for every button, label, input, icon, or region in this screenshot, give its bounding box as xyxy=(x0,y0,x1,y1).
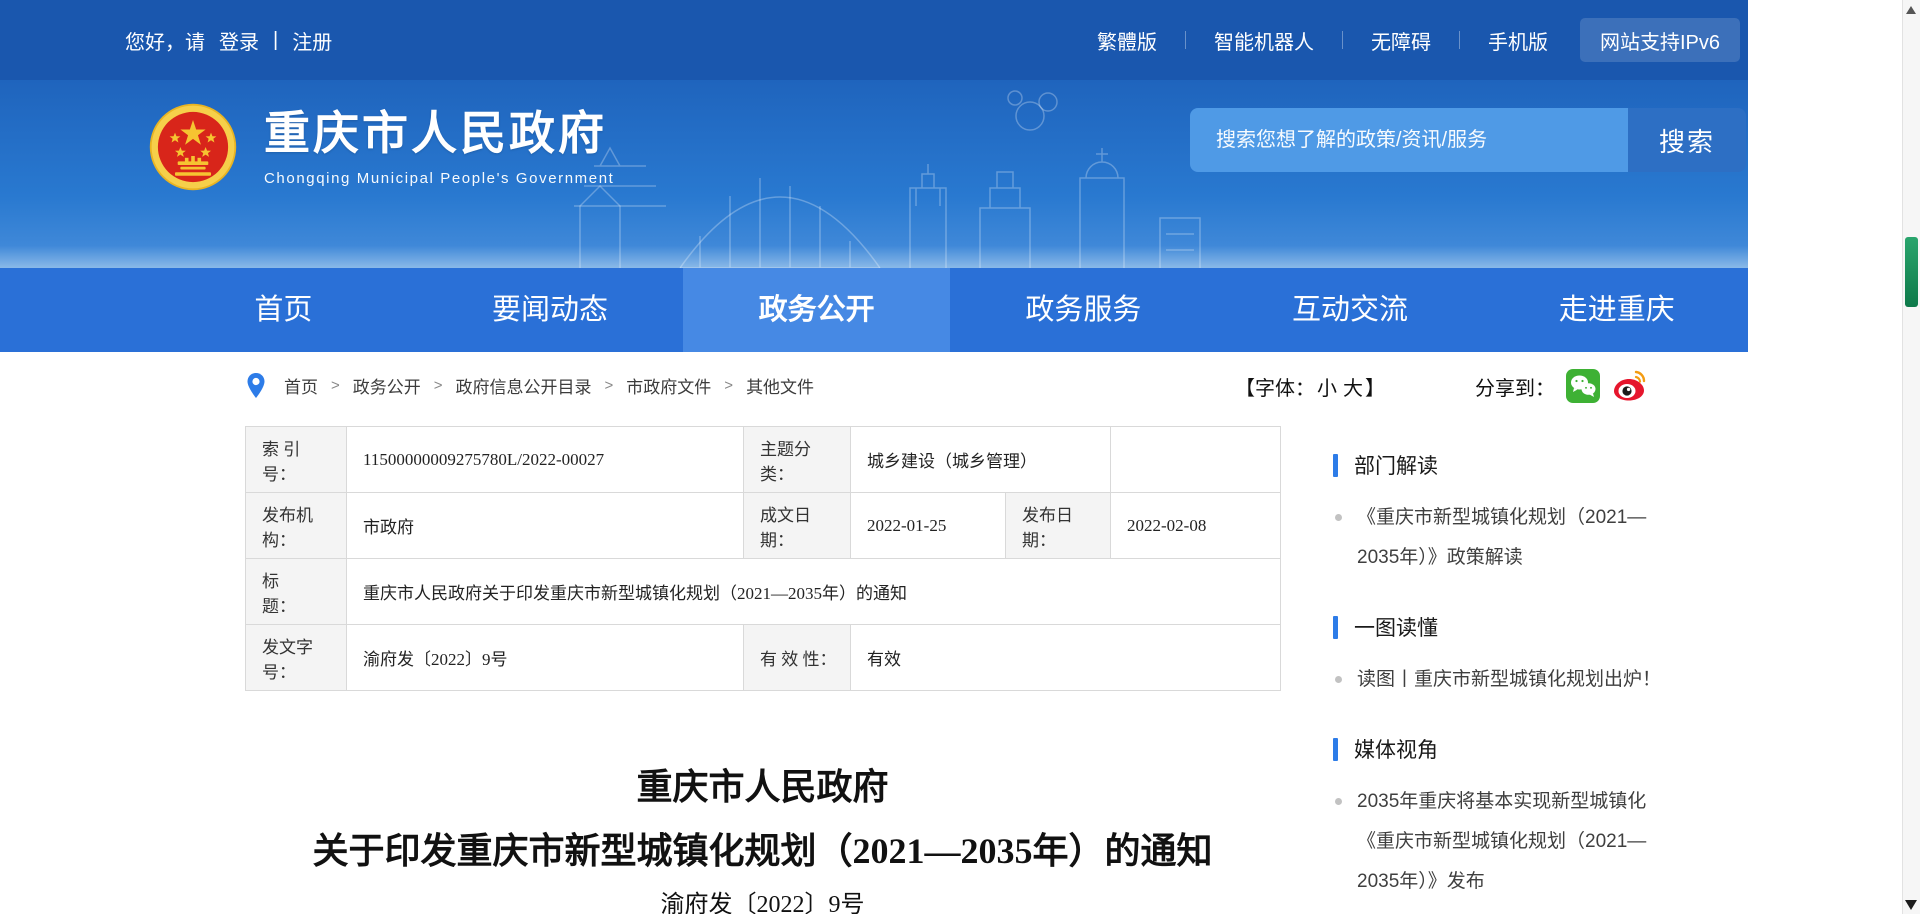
font-size-label-close: 】 xyxy=(1365,372,1385,401)
issuing-agency-label: 发布机构： xyxy=(246,493,347,559)
document-metadata-table: 索 引 号： 11500000009275780L/2022-00027 主题分… xyxy=(245,426,1281,691)
site-title-block: 重庆市人民政府 Chongqing Municipal People's Gov… xyxy=(264,102,614,187)
national-emblem-logo xyxy=(148,102,238,192)
mobile-version-link[interactable]: 手机版 xyxy=(1480,26,1556,55)
breadcrumb-separator: > xyxy=(605,377,614,394)
skyline-decoration xyxy=(560,56,1220,268)
table-row: 索 引 号： 11500000009275780L/2022-00027 主题分… xyxy=(246,427,1281,493)
document-number: 渝府发〔2022〕9号 xyxy=(245,884,1280,914)
doc-title-value: 重庆市人民政府关于印发重庆市新型城镇化规划（2021—2035年）的通知 xyxy=(347,559,1281,625)
location-pin-icon xyxy=(246,372,266,399)
font-share-toolbar: 【字体： 小 大 】 分享到： xyxy=(1235,368,1747,404)
date-published-value: 2022-02-08 xyxy=(1111,493,1281,559)
accessibility-link[interactable]: 无障碍 xyxy=(1363,26,1439,55)
breadcrumb-other-documents[interactable]: 其他文件 xyxy=(746,373,814,398)
smart-robot-link[interactable]: 智能机器人 xyxy=(1206,26,1322,55)
page: 您好，请 登录 | 注册 繁體版 智能机器人 无障碍 手机版 网站支持IPv6 xyxy=(0,0,1748,914)
search-bar: 搜索 xyxy=(1190,108,1746,172)
site-name-english: Chongqing Municipal People's Government xyxy=(264,170,614,187)
empty-cell xyxy=(1111,427,1281,493)
sidebar-section-heading: 媒体视角 xyxy=(1333,734,1745,764)
heading-media-perspective: 媒体视角 xyxy=(1354,734,1438,764)
date-written-label: 成文日期： xyxy=(744,493,851,559)
topic-category-label: 主题分类： xyxy=(744,427,851,493)
nav-item-about-chongqing[interactable]: 走进重庆 xyxy=(1483,268,1748,352)
breadcrumb-city-gov-documents[interactable]: 市政府文件 xyxy=(626,373,711,398)
content-area: 首页 > 政务公开 > 政府信息公开目录 > 市政府文件 > 其他文件 【字体：… xyxy=(0,352,1748,914)
related-links-sidebar: 部门解读 《重庆市新型城镇化规划（2021—2035年）》政策解读 一图读懂 读… xyxy=(1333,450,1745,902)
nav-item-gov-services[interactable]: 政务服务 xyxy=(950,268,1217,352)
scrollbar-thumb[interactable] xyxy=(1905,237,1918,307)
heading-accent-bar xyxy=(1333,616,1338,639)
sidebar-section-heading: 部门解读 xyxy=(1333,450,1745,480)
sidebar-article-link-image-explainer[interactable]: 读图丨重庆市新型城镇化规划出炉！ xyxy=(1333,660,1663,700)
main-navigation: 首页 要闻动态 政务公开 政务服务 互动交流 走进重庆 xyxy=(0,268,1748,352)
nav-item-home[interactable]: 首页 xyxy=(150,268,417,352)
doc-title-label: 标 题： xyxy=(246,559,347,625)
sidebar-section-heading: 一图读懂 xyxy=(1333,612,1745,642)
date-written-value: 2022-01-25 xyxy=(851,493,1006,559)
breadcrumb-gov-disclosure[interactable]: 政务公开 xyxy=(353,373,421,398)
search-button[interactable]: 搜索 xyxy=(1628,108,1746,172)
heading-one-image-explainer: 一图读懂 xyxy=(1354,612,1438,642)
site-name: 重庆市人民政府 xyxy=(264,106,614,161)
greeting-text: 您好，请 xyxy=(125,26,205,55)
breadcrumb-info-catalog[interactable]: 政府信息公开目录 xyxy=(456,373,592,398)
date-published-label: 发布日期： xyxy=(1006,493,1111,559)
scrollbar-down-arrow-icon[interactable] xyxy=(1905,900,1917,910)
traditional-chinese-link[interactable]: 繁體版 xyxy=(1089,26,1165,55)
scrollbar[interactable] xyxy=(1902,0,1920,914)
font-size-label: 【字体： xyxy=(1235,372,1315,401)
wechat-share-icon[interactable] xyxy=(1565,368,1601,404)
sidebar-article-link-media[interactable]: 2035年重庆将基本实现新型城镇化 《重庆市新型城镇化规划（2021—2035年… xyxy=(1333,782,1663,902)
login-area: 您好，请 登录 | 注册 xyxy=(125,26,332,55)
doc-number-value: 渝府发〔2022〕9号 xyxy=(347,625,744,691)
scrollbar-up-arrow-icon[interactable] xyxy=(1906,6,1916,14)
login-link[interactable]: 登录 xyxy=(219,26,259,55)
table-row: 标 题： 重庆市人民政府关于印发重庆市新型城镇化规划（2021—2035年）的通… xyxy=(246,559,1281,625)
share-label: 分享到： xyxy=(1475,372,1555,401)
document-title-line2: 关于印发重庆市新型城镇化规划（2021—2035年）的通知 xyxy=(245,822,1280,874)
index-number-label: 索 引 号： xyxy=(246,427,347,493)
table-row: 发文字号： 渝府发〔2022〕9号 有 效 性： 有效 xyxy=(246,625,1281,691)
index-number-value: 11500000009275780L/2022-00027 xyxy=(347,427,744,493)
top-utility-bar: 您好，请 登录 | 注册 繁體版 智能机器人 无障碍 手机版 网站支持IPv6 xyxy=(0,0,1748,80)
ipv6-support-badge[interactable]: 网站支持IPv6 xyxy=(1580,18,1740,62)
document-title-line1: 重庆市人民政府 xyxy=(245,758,1280,810)
nav-items: 首页 要闻动态 政务公开 政务服务 互动交流 走进重庆 xyxy=(150,268,1748,352)
site-header: 重庆市人民政府 Chongqing Municipal People's Gov… xyxy=(0,80,1748,268)
table-row: 发布机构： 市政府 成文日期： 2022-01-25 发布日期： 2022-02… xyxy=(246,493,1281,559)
divider xyxy=(1342,31,1343,49)
validity-value: 有效 xyxy=(851,625,1281,691)
heading-accent-bar xyxy=(1333,738,1338,761)
nav-item-interaction[interactable]: 互动交流 xyxy=(1217,268,1484,352)
sidebar-article-link-policy-interpretation[interactable]: 《重庆市新型城镇化规划（2021—2035年）》政策解读 xyxy=(1333,498,1663,578)
breadcrumb-separator: > xyxy=(434,377,443,394)
nav-item-news[interactable]: 要闻动态 xyxy=(417,268,684,352)
breadcrumb-separator: > xyxy=(331,377,340,394)
breadcrumb-home[interactable]: 首页 xyxy=(284,373,318,398)
weibo-share-icon[interactable] xyxy=(1611,368,1647,404)
font-larger-button[interactable]: 大 xyxy=(1343,372,1363,401)
breadcrumb-separator: > xyxy=(724,377,733,394)
nav-item-gov-disclosure[interactable]: 政务公开 xyxy=(683,268,950,352)
validity-label: 有 效 性： xyxy=(744,625,851,691)
divider xyxy=(1185,31,1186,49)
register-link[interactable]: 注册 xyxy=(292,26,332,55)
divider xyxy=(1459,31,1460,49)
issuing-agency-value: 市政府 xyxy=(347,493,744,559)
heading-department-interpretation: 部门解读 xyxy=(1354,450,1438,480)
font-smaller-button[interactable]: 小 xyxy=(1317,372,1337,401)
search-input[interactable] xyxy=(1190,108,1628,172)
breadcrumb: 首页 > 政务公开 > 政府信息公开目录 > 市政府文件 > 其他文件 xyxy=(246,372,814,399)
site-logo[interactable]: 重庆市人民政府 Chongqing Municipal People's Gov… xyxy=(148,102,614,192)
doc-number-label: 发文字号： xyxy=(246,625,347,691)
login-register-divider: | xyxy=(273,29,278,52)
heading-accent-bar xyxy=(1333,454,1338,477)
share-group: 分享到： xyxy=(1475,368,1647,404)
utility-links: 繁體版 智能机器人 无障碍 手机版 网站支持IPv6 xyxy=(1089,18,1740,62)
topic-category-value: 城乡建设（城乡管理） xyxy=(851,427,1111,493)
